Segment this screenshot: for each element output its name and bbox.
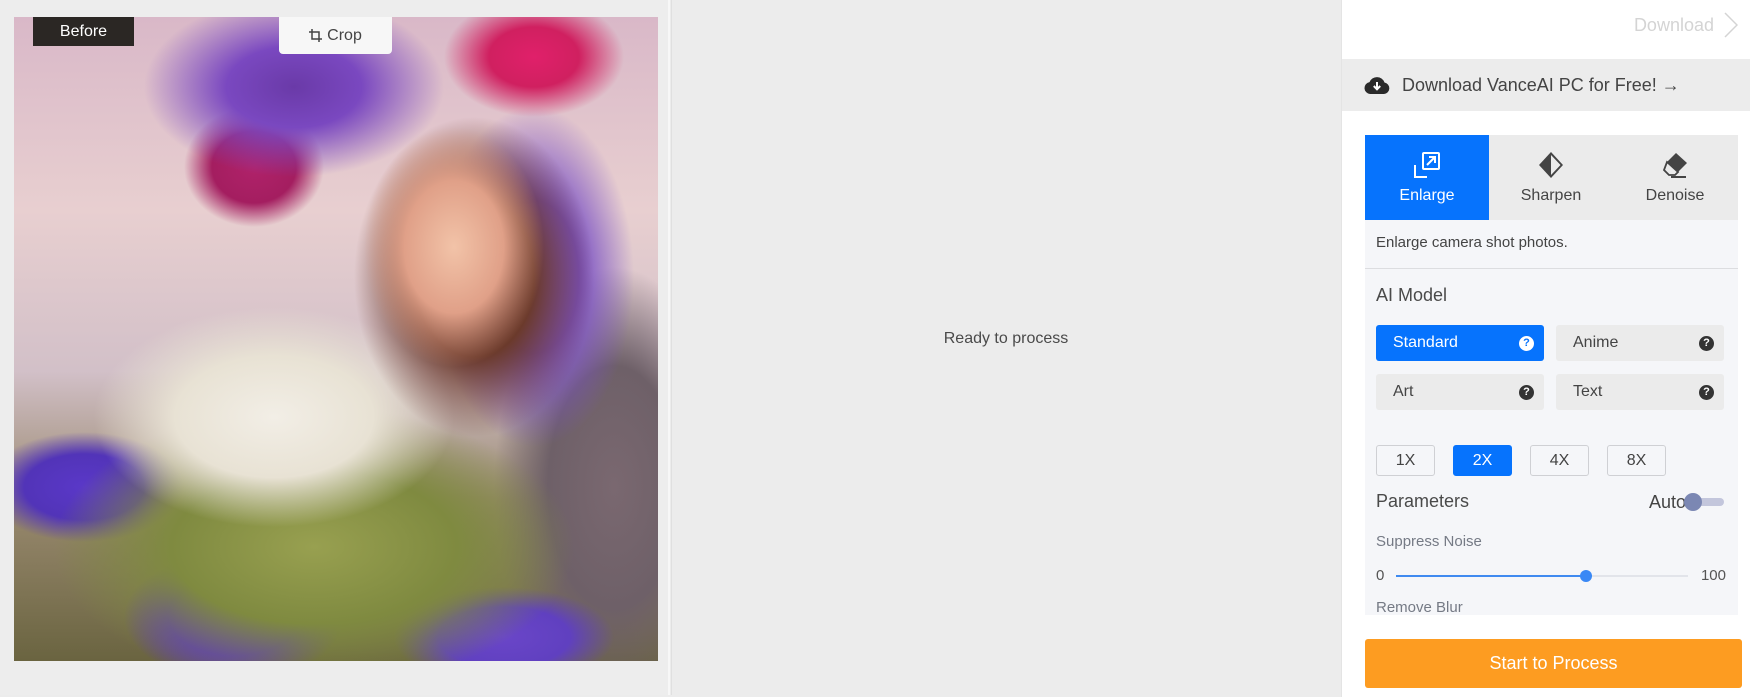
model-text-button[interactable]: Text ? bbox=[1556, 374, 1724, 410]
after-panel: Ready to process bbox=[671, 0, 1340, 695]
crop-button[interactable]: Crop bbox=[279, 17, 392, 54]
status-text: Ready to process bbox=[943, 330, 1069, 347]
crop-label: Crop bbox=[327, 26, 362, 44]
suppress-noise-label: Suppress Noise bbox=[1376, 533, 1482, 550]
model-label: Art bbox=[1393, 383, 1414, 400]
before-image bbox=[14, 17, 658, 661]
download-pc-banner[interactable]: Download VanceAI PC for Free! → bbox=[1342, 59, 1750, 111]
tab-label: Sharpen bbox=[1520, 186, 1582, 204]
sharpen-icon bbox=[1537, 151, 1565, 179]
parameters-title: Parameters bbox=[1376, 491, 1470, 511]
promo-text: Download VanceAI PC for Free! → bbox=[1402, 74, 1680, 95]
chevron-right-icon bbox=[1724, 12, 1738, 38]
crop-icon bbox=[309, 29, 323, 42]
tab-label: Enlarge bbox=[1399, 186, 1455, 204]
scale-2x-button[interactable]: 2X bbox=[1453, 445, 1512, 476]
scale-1x-button[interactable]: 1X bbox=[1376, 445, 1435, 476]
remove-blur-label: Remove Blur bbox=[1376, 599, 1463, 615]
mode-tabs: Enlarge Sharpen Denoise bbox=[1365, 135, 1738, 220]
help-icon[interactable]: ? bbox=[1699, 384, 1714, 400]
enlarge-icon bbox=[1413, 151, 1441, 179]
tab-enlarge[interactable]: Enlarge bbox=[1365, 135, 1489, 220]
help-icon[interactable]: ? bbox=[1699, 335, 1714, 351]
slider-max-label: 100 bbox=[1700, 567, 1726, 584]
app-root: Before Crop Ready to process Download Do… bbox=[0, 0, 1750, 697]
toggle-knob bbox=[1684, 493, 1702, 511]
model-label: Standard bbox=[1393, 334, 1458, 351]
help-icon[interactable]: ? bbox=[1519, 335, 1534, 351]
tab-sharpen[interactable]: Sharpen bbox=[1489, 135, 1613, 220]
before-label: Before bbox=[33, 17, 134, 46]
auto-toggle[interactable] bbox=[1684, 493, 1724, 511]
slider-fill bbox=[1396, 575, 1586, 577]
eraser-icon bbox=[1661, 151, 1689, 179]
suppress-noise-slider[interactable] bbox=[1396, 570, 1688, 582]
settings-panel: Enlarge camera shot photos. AI Model Sta… bbox=[1365, 220, 1738, 615]
model-standard-button[interactable]: Standard ? bbox=[1376, 325, 1544, 361]
download-button[interactable]: Download bbox=[1634, 12, 1738, 38]
model-label: Text bbox=[1573, 383, 1603, 400]
tab-label: Denoise bbox=[1645, 186, 1705, 204]
download-label: Download bbox=[1633, 14, 1714, 35]
tab-denoise[interactable]: Denoise bbox=[1613, 135, 1737, 220]
start-process-button[interactable]: Start to Process bbox=[1365, 639, 1742, 688]
slider-min-label: 0 bbox=[1376, 567, 1385, 584]
before-panel: Before Crop bbox=[0, 0, 670, 695]
model-art-button[interactable]: Art ? bbox=[1376, 374, 1544, 410]
scale-4x-button[interactable]: 4X bbox=[1530, 445, 1589, 476]
settings-sidebar: Download Download VanceAI PC for Free! → bbox=[1341, 0, 1750, 697]
model-anime-button[interactable]: Anime ? bbox=[1556, 325, 1724, 361]
slider-thumb[interactable] bbox=[1579, 570, 1592, 582]
model-label: Anime bbox=[1573, 334, 1619, 351]
help-icon[interactable]: ? bbox=[1519, 384, 1534, 400]
mode-description: Enlarge camera shot photos. bbox=[1365, 220, 1738, 269]
cloud-download-icon bbox=[1364, 77, 1390, 94]
ai-model-title: AI Model bbox=[1376, 285, 1448, 305]
scale-8x-button[interactable]: 8X bbox=[1607, 445, 1666, 476]
auto-label: Auto bbox=[1648, 492, 1686, 512]
